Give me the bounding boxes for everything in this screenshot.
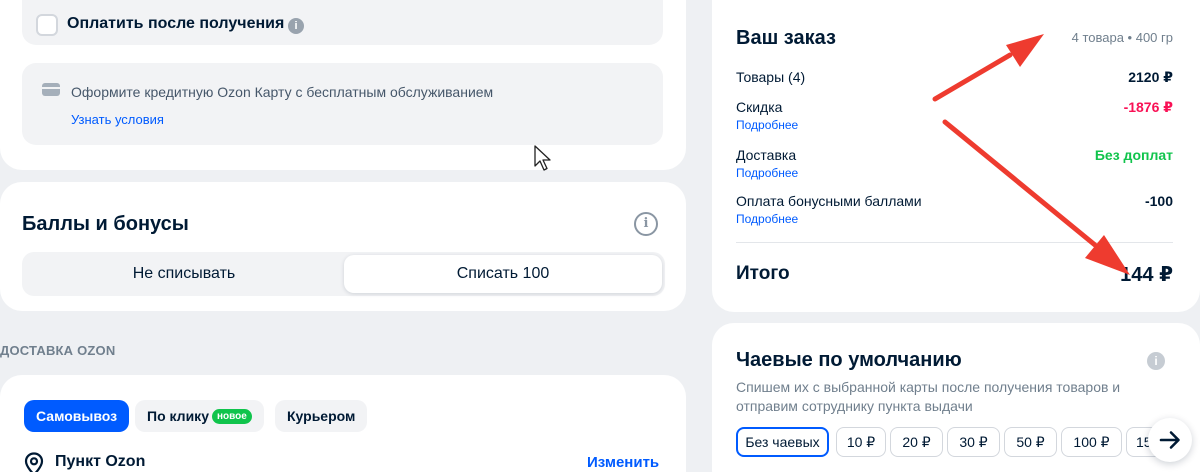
order-title: Ваш заказ <box>736 27 836 49</box>
tips-title: Чаевые по умолчанию <box>736 349 962 371</box>
writeoff-100-option[interactable]: Списать 100 <box>344 255 662 293</box>
total-label: Итого <box>736 263 790 284</box>
no-writeoff-option[interactable]: Не списывать <box>25 255 343 293</box>
pay-after-label: Оплатить после получения <box>67 15 285 32</box>
row-bonus-payment-label: Оплата бонусными баллами <box>736 193 922 209</box>
row-bonus-payment-details-link[interactable]: Подробнее <box>736 212 798 226</box>
tip-option-20[interactable]: 20 ₽ <box>890 427 943 457</box>
pickup-point-label: Пункт Ozon <box>55 453 146 470</box>
info-icon[interactable]: i <box>1147 352 1165 370</box>
row-delivery-details-link[interactable]: Подробнее <box>736 166 798 180</box>
learn-conditions-link[interactable]: Узнать условия <box>71 112 164 127</box>
row-discount-value: -1876 ₽ <box>1123 99 1173 115</box>
tip-option-100[interactable]: 100 ₽ <box>1061 427 1122 457</box>
info-icon[interactable]: i <box>288 18 304 34</box>
arrow-right-icon <box>1159 431 1180 449</box>
tip-option-10[interactable]: 10 ₽ <box>836 427 886 457</box>
row-delivery-label: Доставка <box>736 147 797 163</box>
order-meta: 4 товара • 400 гр <box>1071 30 1173 45</box>
tab-pickup[interactable]: Самовывоз <box>24 400 130 432</box>
change-pickup-link[interactable]: Изменить <box>587 454 659 471</box>
location-pin-icon <box>24 452 44 472</box>
scroll-right-button[interactable] <box>1148 418 1192 462</box>
divider <box>736 242 1173 243</box>
tab-by-click[interactable]: По клику новое <box>135 400 264 432</box>
promo-text: Оформите кредитную Ozon Карту с бесплатн… <box>71 84 494 100</box>
tab-pickup-label: Самовывоз <box>36 408 118 424</box>
tips-description: Спишем их с выбранной карты после получе… <box>736 379 1121 414</box>
row-items-value: 2120 ₽ <box>1128 69 1173 85</box>
bonus-segmented-control: Не списывать Списать 100 <box>22 252 665 296</box>
row-delivery-value: Без доплат <box>1094 147 1173 163</box>
bonuses-title: Баллы и бонусы <box>22 213 189 235</box>
row-discount-label: Скидка <box>736 99 783 115</box>
tip-option-30[interactable]: 30 ₽ <box>947 427 1000 457</box>
ozon-card-promo: Оформите кредитную Ozon Карту с бесплатн… <box>22 63 663 145</box>
new-badge: новое <box>211 409 252 424</box>
tip-option-none[interactable]: Без чаевых <box>736 427 829 457</box>
tab-courier[interactable]: Курьером <box>275 400 368 432</box>
row-bonus-payment-value: -100 <box>1144 193 1173 209</box>
total-value: 144 ₽ <box>1120 264 1173 286</box>
tab-courier-label: Курьером <box>287 408 356 424</box>
info-icon[interactable]: i <box>634 212 658 236</box>
mouse-cursor-icon <box>534 145 551 171</box>
bonuses-card: Баллы и бонусы i Не списывать Списать 10… <box>0 182 686 311</box>
tip-option-50[interactable]: 50 ₽ <box>1004 427 1057 457</box>
delivery-card: Самовывоз По клику новое Курьером Пункт O… <box>0 375 686 472</box>
pay-after-receipt-option[interactable]: Оплатить после получения i <box>22 0 663 45</box>
tips-card: Чаевые по умолчанию i Спишем их с выбран… <box>712 323 1200 472</box>
pay-after-checkbox[interactable] <box>36 14 58 36</box>
payment-card: Оплатить после получения i Оформите кред… <box>0 0 686 170</box>
row-items-label: Товары (4) <box>736 69 806 85</box>
order-summary-card: Ваш заказ 4 товара • 400 гр Товары (4) 2… <box>712 0 1200 312</box>
row-discount-details-link[interactable]: Подробнее <box>736 118 798 132</box>
delivery-section-label: ДОСТАВКА OZON <box>0 343 116 358</box>
tab-by-click-label: По клику <box>147 408 209 424</box>
card-icon <box>42 83 60 96</box>
